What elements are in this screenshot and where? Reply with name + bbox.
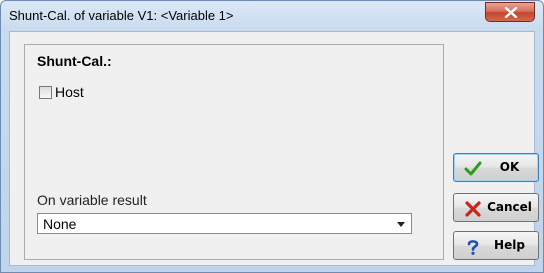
x-icon [465, 201, 481, 217]
window-title: Shunt-Cal. of variable V1: <Variable 1> [9, 8, 234, 23]
ok-button-label: OK [499, 160, 520, 174]
host-checkbox-label[interactable]: Host [55, 84, 84, 100]
chevron-down-icon[interactable] [397, 222, 405, 227]
dialog-body: Shunt-Cal.: Host On variable result None… [9, 31, 539, 266]
cancel-button-label: Cancel [487, 200, 532, 214]
title-bar[interactable]: Shunt-Cal. of variable V1: <Variable 1> [1, 1, 543, 31]
host-checkbox-row[interactable]: Host [39, 84, 84, 100]
close-icon [504, 7, 518, 18]
host-checkbox[interactable] [39, 85, 52, 99]
close-button[interactable] [485, 2, 535, 22]
variable-result-label: On variable result [37, 192, 147, 208]
help-button-label: Help [494, 238, 525, 252]
dialog-window: Shunt-Cal. of variable V1: <Variable 1> … [0, 0, 544, 273]
ok-button[interactable]: OK [453, 153, 539, 182]
cancel-button[interactable]: Cancel [453, 193, 539, 222]
shunt-cal-group: Shunt-Cal.: Host On variable result None [24, 44, 444, 260]
dropdown-selected-value: None [43, 216, 77, 232]
checkmark-icon [464, 161, 482, 176]
variable-result-dropdown[interactable]: None [37, 213, 412, 234]
question-icon [467, 240, 479, 255]
group-title: Shunt-Cal.: [37, 53, 112, 69]
help-button[interactable]: Help [453, 231, 539, 260]
